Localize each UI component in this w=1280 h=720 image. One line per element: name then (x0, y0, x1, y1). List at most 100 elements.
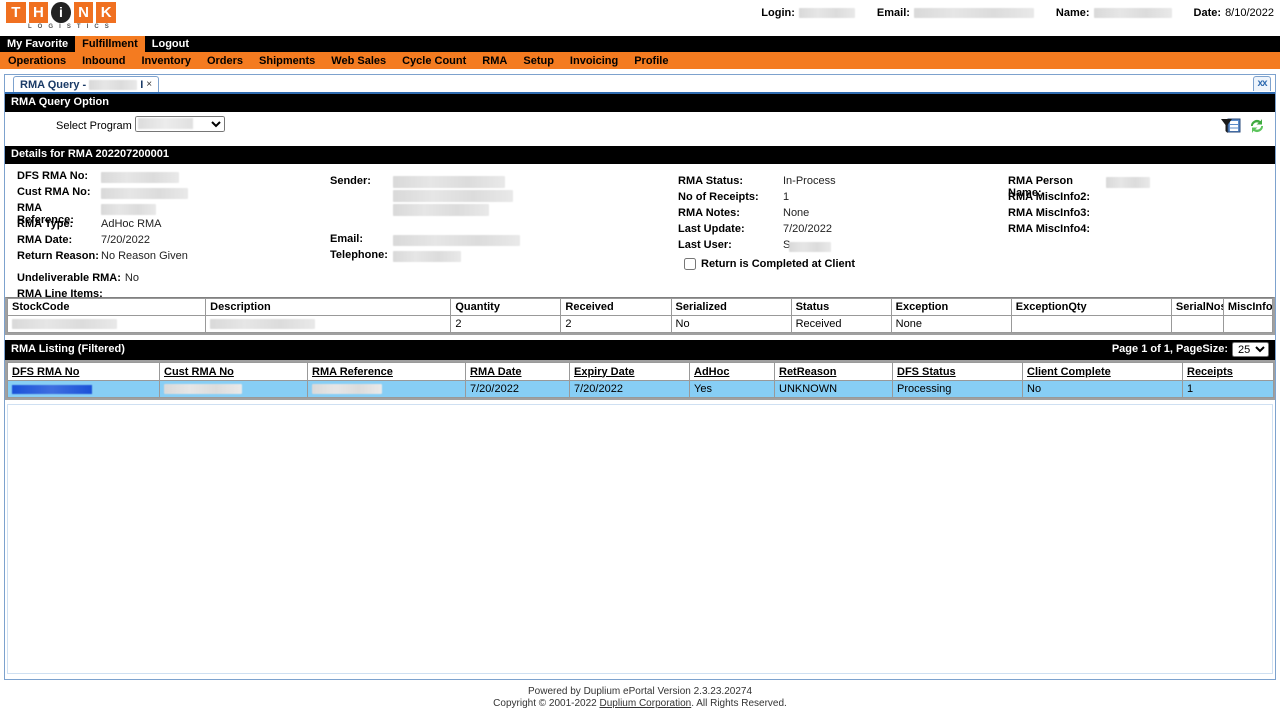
duplium-corporation-link[interactable]: Duplium Corporation (600, 698, 692, 709)
detail-email: Email: (330, 233, 670, 249)
detail-value: In-Process (783, 175, 836, 187)
table-row[interactable]: 2 2 No Received None (6, 315, 1274, 333)
dfs-rma-no-link-redacted[interactable] (12, 384, 92, 394)
col-expiry-date[interactable]: Expiry Date (569, 362, 690, 381)
col-cust-rma-no[interactable]: Cust RMA No (159, 362, 308, 381)
detail-label: Last User: (678, 239, 732, 251)
cell-received: 2 (560, 315, 672, 333)
detail-value-redacted (1106, 177, 1150, 188)
detail-return-reason: Return Reason: No Reason Given (17, 250, 327, 266)
col-receipts[interactable]: Receipts (1182, 362, 1274, 381)
cell-rma-date: 7/20/2022 (465, 380, 570, 398)
detail-value-redacted (789, 242, 832, 252)
empty-content-panel (7, 404, 1273, 674)
cell-exceptionqty (1010, 315, 1172, 333)
login-redacted (798, 8, 855, 19)
filter-report-icon[interactable] (1221, 116, 1241, 139)
detail-last-update: Last Update: 7/20/2022 (678, 223, 1003, 239)
detail-value-redacted (101, 188, 188, 199)
col-dfs-status[interactable]: DFS Status (892, 362, 1023, 381)
col-receipts-label: Receipts (1187, 365, 1233, 378)
select-program-dropdown[interactable] (135, 116, 225, 132)
nav-orders[interactable]: Orders (199, 52, 251, 69)
nav-profile[interactable]: Profile (626, 52, 676, 69)
cell-client-complete: No (1022, 380, 1183, 398)
col-dfs-rma-no-label: DFS RMA No (12, 365, 80, 378)
col-rma-date[interactable]: RMA Date (465, 362, 570, 381)
tab-strip: RMA Query - I × xx (5, 75, 1275, 94)
login-info: Login: (761, 7, 855, 19)
nav-setup[interactable]: Setup (515, 52, 562, 69)
nav-invoicing[interactable]: Invoicing (562, 52, 626, 69)
cell-retreason: UNKNOWN (774, 380, 893, 398)
rma-listing-title: RMA Listing (Filtered) (11, 343, 125, 355)
col-serialized[interactable]: Serialized (670, 298, 792, 316)
detail-rma-notes: RMA Notes: None (678, 207, 1003, 223)
nav-shipments[interactable]: Shipments (251, 52, 323, 69)
col-received[interactable]: Received (560, 298, 672, 316)
table-row[interactable]: 7/20/2022 7/20/2022 Yes UNKNOWN Processi… (7, 380, 1274, 398)
rma-listing-header: RMA Listing (Filtered) Page 1 of 1, Page… (5, 340, 1275, 360)
col-adhoc[interactable]: AdHoc (689, 362, 775, 381)
nav-my-favorite[interactable]: My Favorite (0, 36, 75, 52)
page-size-select[interactable]: 25 (1232, 342, 1269, 357)
details-column-4: RMA Person Name: RMA MiscInfo2: RMA Misc… (1008, 170, 1278, 239)
detail-label: Email: (330, 233, 364, 245)
cell-adhoc: Yes (689, 380, 775, 398)
detail-line-items-label: RMA Line Items: (17, 288, 327, 304)
nav-inventory[interactable]: Inventory (133, 52, 199, 69)
detail-label: DFS RMA No: (17, 170, 89, 182)
rma-query-option-title: RMA Query Option (5, 94, 1275, 112)
nav-web-sales[interactable]: Web Sales (323, 52, 394, 69)
detail-value: 1 (783, 191, 790, 203)
detail-rma-type: RMA Type: AdHoc RMA (17, 218, 327, 234)
col-expiry-date-label: Expiry Date (574, 365, 635, 378)
col-dfs-rma-no[interactable]: DFS RMA No (7, 362, 160, 381)
detail-label: RMA MiscInfo4: (1008, 223, 1091, 235)
refresh-icon[interactable] (1247, 116, 1267, 139)
detail-value: No Reason Given (101, 250, 188, 262)
nav-logout[interactable]: Logout (145, 36, 196, 52)
cell-serialnos (1170, 315, 1224, 333)
nav-operations[interactable]: Operations (0, 52, 74, 69)
logo-letter-k: K (96, 2, 116, 23)
col-serialnos[interactable]: SerialNos (1170, 298, 1224, 316)
name-info: Name: (1056, 7, 1172, 19)
tab-close-icon[interactable]: × (146, 79, 152, 90)
nav-fulfillment[interactable]: Fulfillment (75, 36, 145, 52)
cell-dfs-rma-no[interactable] (7, 380, 160, 398)
col-retreason[interactable]: RetReason (774, 362, 893, 381)
detail-label: Last Update: (678, 223, 745, 235)
col-rma-reference[interactable]: RMA Reference (307, 362, 466, 381)
detail-label: RMA Line Items: (17, 288, 103, 300)
col-client-complete[interactable]: Client Complete (1022, 362, 1183, 381)
detail-dfs-rma-no: DFS RMA No: (17, 170, 327, 186)
col-quantity[interactable]: Quantity (450, 298, 562, 316)
close-all-tabs-button[interactable]: xx (1253, 76, 1271, 91)
footer-copyright: Copyright © 2001-2022 Duplium Corporatio… (0, 698, 1280, 710)
login-label: Login: (761, 7, 795, 19)
name-redacted (1093, 8, 1172, 19)
detail-label: Telephone: (330, 249, 388, 261)
col-exception[interactable]: Exception (890, 298, 1012, 316)
nav-rma[interactable]: RMA (474, 52, 515, 69)
select-program-label: Select Program : (56, 120, 138, 132)
page-footer: Powered by Duplium ePortal Version 2.3.2… (0, 686, 1280, 710)
rma-listing-grid: DFS RMA No Cust RMA No RMA Reference RMA… (5, 360, 1275, 400)
detail-label: RMA Notes: (678, 207, 740, 219)
email-label: Email: (876, 7, 910, 19)
footer-copyright-suffix: . All Rights Reserved. (691, 698, 787, 709)
col-miscinfo[interactable]: MiscInfo (1222, 298, 1274, 316)
return-completed-at-client-checkbox[interactable] (684, 258, 696, 270)
col-rma-reference-label: RMA Reference (312, 365, 393, 378)
detail-value-redacted (393, 251, 461, 262)
cell-description (205, 315, 452, 333)
col-status[interactable]: Status (790, 298, 892, 316)
nav-cycle-count[interactable]: Cycle Count (394, 52, 474, 69)
think-logistics-logo: T H i N K L O G I S T I C S (6, 2, 116, 30)
tab-label-redacted (89, 79, 138, 90)
detail-label: Sender: (330, 175, 371, 187)
tab-rma-query[interactable]: RMA Query - I × (13, 76, 160, 92)
nav-inbound[interactable]: Inbound (74, 52, 133, 69)
col-exceptionqty[interactable]: ExceptionQty (1010, 298, 1172, 316)
